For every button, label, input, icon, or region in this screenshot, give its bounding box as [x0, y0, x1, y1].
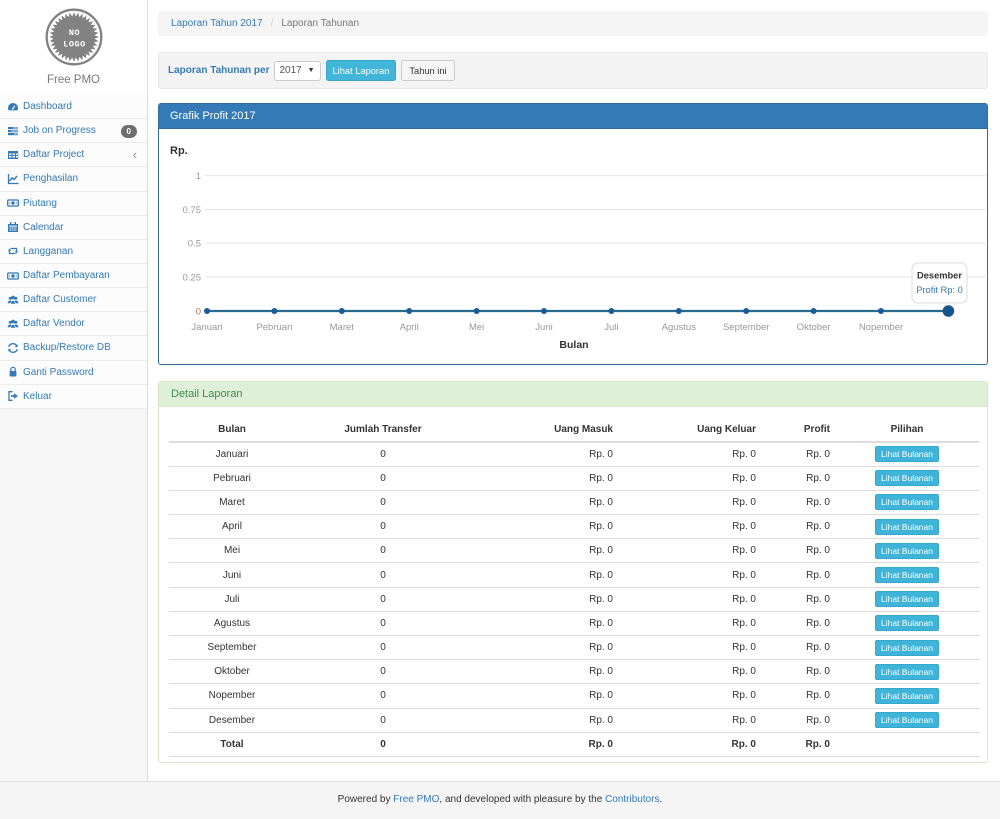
svg-text:Maret: Maret: [330, 322, 355, 333]
svg-text:Agustus: Agustus: [662, 322, 697, 333]
svg-text:Juni: Juni: [535, 322, 552, 333]
svg-text:0.5: 0.5: [188, 239, 201, 250]
svg-text:Januari: Januari: [191, 322, 222, 333]
svg-text:LOGO: LOGO: [63, 40, 85, 50]
svg-text:1: 1: [196, 171, 201, 182]
svg-text:Desember: Desember: [917, 271, 962, 281]
svg-text:0: 0: [196, 307, 201, 318]
svg-text:0.25: 0.25: [183, 273, 202, 284]
svg-text:Rp.: Rp.: [170, 145, 188, 157]
svg-text:NO: NO: [68, 28, 79, 38]
svg-text:Pebruari: Pebruari: [256, 322, 292, 333]
svg-text:Nopember: Nopember: [859, 322, 903, 333]
svg-text:Bulan: Bulan: [559, 339, 588, 351]
svg-text:0.75: 0.75: [183, 205, 202, 216]
svg-text:Mei: Mei: [469, 322, 484, 333]
svg-text:Profit Rp: 0: Profit Rp: 0: [916, 285, 963, 295]
svg-text:Juli: Juli: [604, 322, 618, 333]
svg-text:September: September: [723, 322, 769, 333]
svg-text:April: April: [400, 322, 419, 333]
svg-text:Oktober: Oktober: [797, 322, 831, 333]
